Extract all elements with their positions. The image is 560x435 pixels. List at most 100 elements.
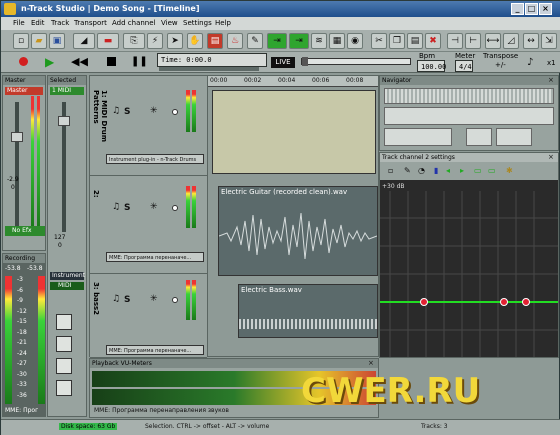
hand-icon[interactable]: ✋ <box>187 33 203 49</box>
track-1-pan-icon[interactable]: ✳ <box>150 106 158 116</box>
track-2-pan-icon[interactable]: ✳ <box>150 202 158 212</box>
pause-button[interactable]: ❚❚ <box>131 56 148 67</box>
close-button[interactable]: × <box>539 3 552 15</box>
track-3-header[interactable]: 3: bass2 ♫ S ✳ MME: Программа перенаначе… <box>90 274 207 358</box>
mixdown-icon[interactable]: ⇥ <box>289 33 309 49</box>
selected-fader-thumb[interactable] <box>58 116 70 126</box>
scissors-icon[interactable]: ✂ <box>371 33 387 49</box>
input-icon[interactable]: ⎘ <box>123 33 145 49</box>
minimize-button[interactable]: _ <box>511 3 524 15</box>
menu-add-channel[interactable]: Add channel <box>112 17 155 30</box>
track-1-header[interactable]: 1: MIDI Drum Patterns ♫ S ✳ Instrument p… <box>90 76 207 176</box>
bpm-field[interactable]: 100.00 <box>417 60 446 72</box>
live-button[interactable]: LIVE <box>271 57 295 68</box>
menu-track[interactable]: Track <box>51 17 69 30</box>
track-3-volume-icon[interactable]: ♫ <box>112 294 120 304</box>
track-1-solo[interactable]: S <box>124 107 130 117</box>
render-icon[interactable]: ⇥ <box>267 33 287 49</box>
zoom-icon[interactable]: ↔ <box>523 33 539 49</box>
master-fader[interactable] <box>15 102 19 232</box>
fade-icon[interactable]: ◿ <box>503 33 519 49</box>
track-1-record-arm[interactable] <box>172 109 178 115</box>
timeline-area[interactable]: 00:00 00:02 00:04 00:06 00:08 Electric G… <box>207 75 379 357</box>
track-3-record-arm[interactable] <box>172 297 178 303</box>
eq-close-icon[interactable]: × <box>548 153 554 161</box>
fire-icon[interactable]: ♨ <box>227 33 243 49</box>
eq-square-icon[interactable]: ▫ <box>388 166 393 175</box>
navigator-close-icon[interactable]: × <box>548 76 554 84</box>
record-mode-icon[interactable]: ▬ <box>97 33 119 49</box>
track-1-volume-icon[interactable]: ♫ <box>112 106 120 116</box>
record-button[interactable] <box>19 57 28 66</box>
navigator-track-2[interactable] <box>384 107 554 125</box>
mixer-icon[interactable]: ▤ <box>207 33 223 49</box>
eq-node-3[interactable] <box>522 298 530 306</box>
eq-paste-icon[interactable]: ▭ <box>488 166 496 175</box>
transpose-field[interactable]: +/- <box>495 61 506 69</box>
play-button[interactable]: ▶ <box>45 55 54 69</box>
copy-icon[interactable]: ❐ <box>389 33 405 49</box>
eq-copy-icon[interactable]: ▭ <box>474 166 482 175</box>
eq-bar-icon[interactable]: ▮ <box>434 166 438 175</box>
position-slider[interactable] <box>301 57 411 66</box>
timeline-ruler[interactable]: 00:00 00:02 00:04 00:06 00:08 <box>208 76 378 87</box>
fit-icon[interactable]: ⇲ <box>541 33 557 49</box>
eq-pencil-icon[interactable]: ✎ <box>404 166 411 175</box>
eq-node-1[interactable] <box>420 298 428 306</box>
midi-clip[interactable] <box>212 90 376 174</box>
metronome-icon[interactable]: ♪ <box>527 57 533 68</box>
track-2-record-arm[interactable] <box>172 205 178 211</box>
stop-button[interactable] <box>107 57 116 66</box>
plug-icon[interactable]: ⚡ <box>147 33 163 49</box>
navigator-track-1[interactable] <box>384 88 554 104</box>
split-icon[interactable]: ⊣ <box>447 33 463 49</box>
rewind-button[interactable]: ◀◀ <box>71 55 88 68</box>
menu-settings[interactable]: Settings <box>183 17 212 30</box>
playback-close-icon[interactable]: × <box>368 359 374 367</box>
pencil-icon[interactable]: ✎ <box>247 33 263 49</box>
trim-left-icon[interactable]: ⊢ <box>465 33 481 49</box>
wave-edit-icon[interactable]: ≋ <box>311 33 327 49</box>
menu-file[interactable]: File <box>13 17 25 30</box>
plugin-slot-1[interactable] <box>56 314 72 330</box>
position-slider-thumb[interactable] <box>302 57 308 66</box>
menu-transport[interactable]: Transport <box>74 17 107 30</box>
master-efx-slot[interactable]: No Efx <box>5 226 45 236</box>
plugin-slot-4[interactable] <box>56 380 72 396</box>
bass-clip[interactable]: Electric Bass.wav <box>238 284 378 338</box>
navigator-track-3c[interactable] <box>496 128 532 146</box>
track-3-device[interactable]: MME: Программа перенаначе... <box>106 345 204 355</box>
track-2-solo[interactable]: S <box>124 203 130 213</box>
navigator-track-3b[interactable] <box>466 128 492 146</box>
menu-edit[interactable]: Edit <box>31 17 45 30</box>
track-2-device[interactable]: MME: Программа перенаначе... <box>106 252 204 262</box>
eq-left-icon[interactable]: ◂ <box>446 166 450 175</box>
track-1-device[interactable]: Instrument plug-in - n-Track Drums <box>106 154 204 164</box>
volume-ramp-icon[interactable]: ◢ <box>73 33 95 49</box>
save-icon[interactable]: ▣ <box>49 33 65 49</box>
track-2-volume-icon[interactable]: ♫ <box>112 202 120 212</box>
menu-help[interactable]: Help <box>215 17 231 30</box>
cd-icon[interactable]: ◉ <box>347 33 363 49</box>
eq-star-icon[interactable]: ✱ <box>506 166 513 175</box>
cursor-icon[interactable]: ➤ <box>167 33 183 49</box>
track-3-solo[interactable]: S <box>124 295 130 305</box>
paste-icon[interactable]: ▤ <box>407 33 423 49</box>
open-folder-icon[interactable]: ▰ <box>31 33 47 49</box>
eq-node-2[interactable] <box>500 298 508 306</box>
track-3-pan-icon[interactable]: ✳ <box>150 294 158 304</box>
meter-field[interactable]: 4/4 <box>455 60 473 72</box>
new-icon[interactable]: ▫ <box>13 33 29 49</box>
plugin-slot-3[interactable] <box>56 358 72 374</box>
delete-icon[interactable]: ✖ <box>425 33 441 49</box>
track-2-header[interactable]: 2: ♫ S ✳ MME: Программа перенаначе... <box>90 176 207 274</box>
master-fader-thumb[interactable] <box>11 132 23 142</box>
maximize-button[interactable]: □ <box>525 3 538 15</box>
menu-view[interactable]: View <box>161 17 178 30</box>
eq-right-icon[interactable]: ▸ <box>460 166 464 175</box>
guitar-clip[interactable]: Electric Guitar (recorded clean).wav <box>218 186 378 276</box>
eq-graph[interactable] <box>380 191 558 357</box>
expand-icon[interactable]: ⟷ <box>485 33 501 49</box>
spectrum-icon[interactable]: ▦ <box>329 33 345 49</box>
eq-wave-icon[interactable]: ◔ <box>418 166 425 175</box>
